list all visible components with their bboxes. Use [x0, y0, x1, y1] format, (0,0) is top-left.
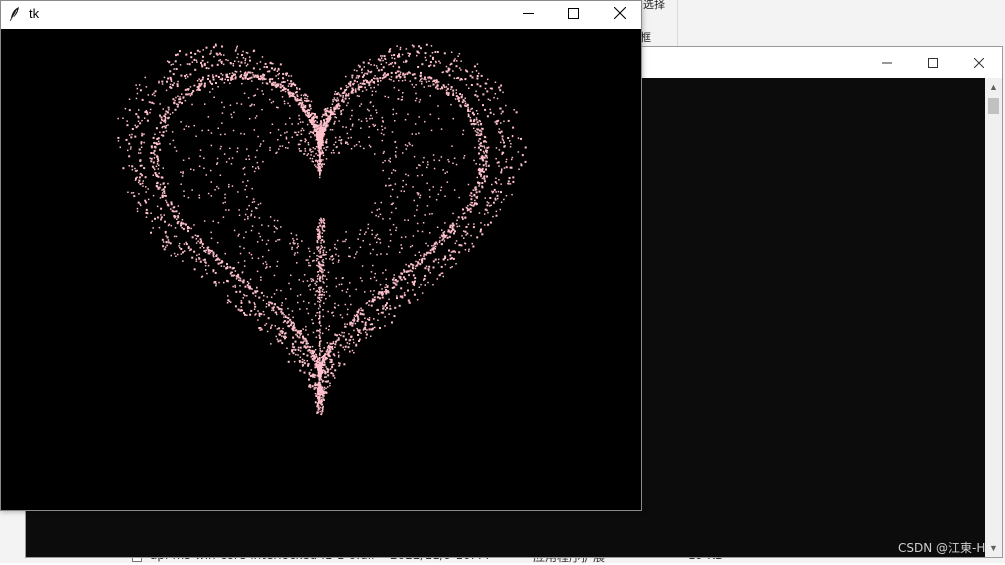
heart-canvas: [1, 29, 641, 510]
window-title: tk: [29, 6, 40, 21]
ribbon-select-label[interactable]: 选择: [643, 0, 665, 12]
minimize-icon: [882, 62, 892, 63]
maximize-icon: [568, 7, 579, 19]
console-maximize-button[interactable]: [910, 47, 956, 78]
minimize-icon: [523, 12, 534, 14]
tk-titlebar[interactable]: tk: [1, 1, 641, 29]
console-close-button[interactable]: [956, 47, 1002, 78]
scroll-down-arrow-icon[interactable]: ▼: [988, 541, 999, 555]
ribbon-divider: [677, 0, 678, 46]
close-icon: [613, 7, 626, 19]
tk-maximize-button[interactable]: [551, 1, 596, 25]
feather-icon: [10, 7, 19, 22]
tk-window[interactable]: tk: [0, 0, 642, 511]
tk-minimize-button[interactable]: [506, 1, 551, 25]
scroll-thumb[interactable]: [988, 98, 999, 114]
close-icon: [974, 57, 984, 68]
scroll-up-arrow-icon[interactable]: ▲: [988, 80, 999, 94]
console-minimize-button[interactable]: [864, 47, 910, 78]
maximize-icon: [928, 57, 938, 68]
tk-close-button[interactable]: [597, 1, 642, 25]
csdn-watermark: CSDN @江東-H: [898, 541, 986, 555]
console-scrollbar[interactable]: ▲ ▼: [985, 78, 1002, 557]
heart-particles: [117, 43, 527, 416]
